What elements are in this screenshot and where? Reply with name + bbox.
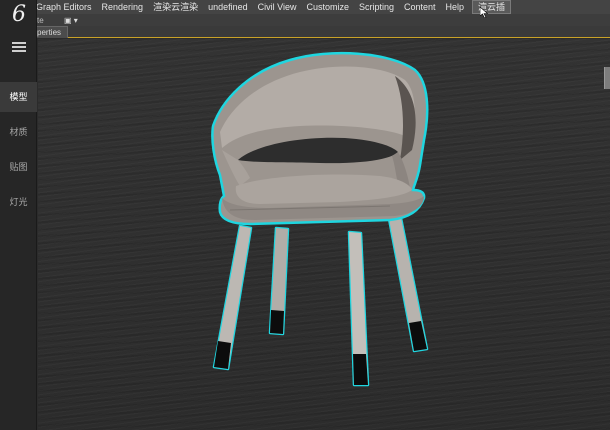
menu-cloud-render[interactable]: 渲染云渲染	[148, 0, 203, 14]
sidebar-item-material[interactable]: 材质	[0, 117, 37, 147]
sidebar-item-light[interactable]: 灯光	[0, 187, 37, 217]
viewport-shading-dropdown[interactable]: ▣ ▾	[64, 16, 78, 25]
menu-civil-view[interactable]: Civil View	[253, 0, 302, 14]
chair-model[interactable]	[38, 39, 610, 430]
sidebar-item-map[interactable]: 贴图	[0, 152, 37, 182]
menu-rendering[interactable]: Rendering	[97, 0, 149, 14]
foot-front-right	[353, 354, 368, 385]
3d-viewport[interactable]	[38, 39, 610, 430]
menu-help[interactable]: Help	[441, 0, 470, 14]
hamburger-menu-icon[interactable]	[12, 42, 26, 52]
foot-back-left	[270, 310, 284, 334]
menu-scripting[interactable]: Scripting	[354, 0, 399, 14]
menu-customize[interactable]: Customize	[301, 0, 354, 14]
app-logo: 6	[12, 2, 26, 27]
menu-cloud-plugin[interactable]: 渲云插	[472, 0, 512, 14]
menu-bar: Graph Editors Rendering 渲染云渲染 undefined …	[0, 0, 610, 14]
left-sidebar: 6 模型 材质 贴图 灯光	[0, 0, 37, 430]
foot-front-left	[214, 341, 231, 369]
secondary-toolbar: te ▣ ▾	[0, 14, 610, 26]
sidebar-item-model[interactable]: 模型	[0, 82, 37, 112]
mouse-cursor-icon	[480, 7, 488, 18]
toolbar-fragment-label: te	[37, 15, 44, 25]
panel-tab-strip: perties	[0, 26, 610, 38]
menu-undefined[interactable]: undefined	[203, 0, 253, 14]
menu-content[interactable]: Content	[399, 0, 441, 14]
